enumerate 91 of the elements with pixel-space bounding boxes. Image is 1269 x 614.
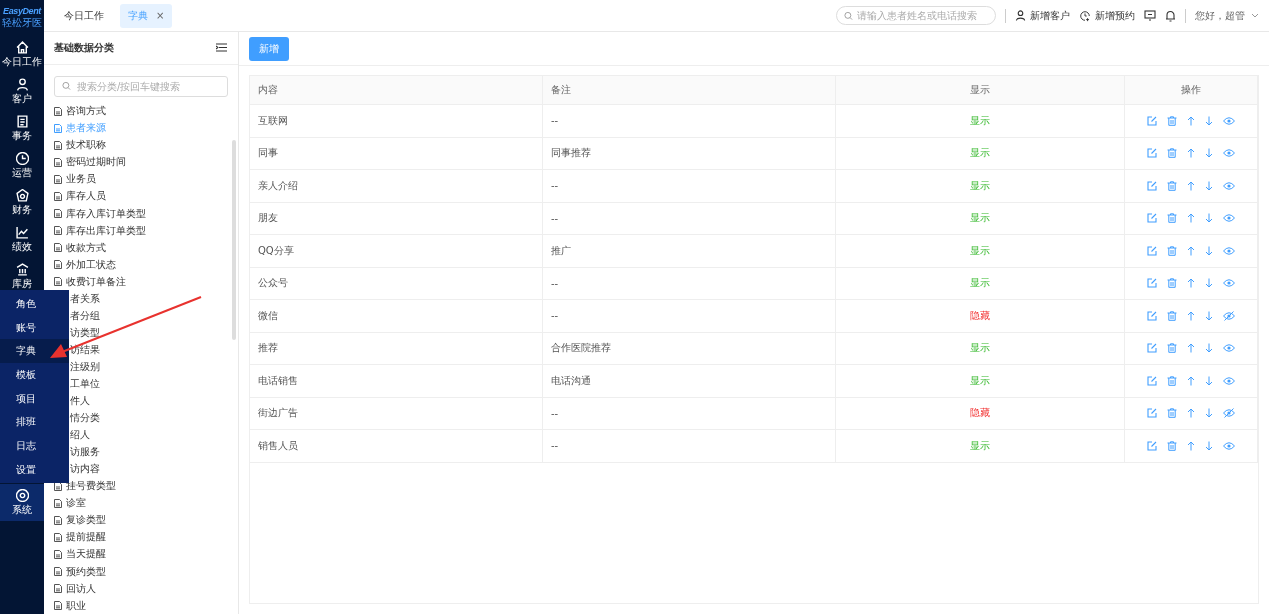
category-item[interactable]: 件人 — [70, 394, 90, 409]
table-cell: QQ分享 — [250, 234, 543, 267]
table-cell: -- — [542, 267, 836, 300]
category-item[interactable]: 者关系 — [70, 291, 100, 306]
menu-item[interactable]: 字典 — [0, 339, 69, 364]
category-item[interactable]: 收款方式 — [54, 239, 238, 257]
table-cell: 同事 — [250, 137, 543, 170]
status-text: 隐藏 — [835, 299, 1125, 332]
user-menu[interactable]: 您好，超管 — [1195, 8, 1259, 23]
status-text: 显示 — [835, 137, 1125, 170]
nav-item[interactable]: 系统 — [0, 484, 44, 521]
table-cell: 互联网 — [250, 104, 543, 137]
category-item[interactable]: 外加工状态 — [54, 256, 238, 274]
status-text: 显示 — [835, 332, 1125, 365]
menu-item[interactable]: 角色 — [0, 292, 69, 316]
table-cell: -- — [542, 202, 836, 235]
table-cell: 推荐 — [250, 332, 543, 365]
category-item[interactable]: 密码过期时间 — [54, 153, 238, 171]
tab[interactable]: 今日工作 — [56, 3, 112, 28]
category-item[interactable]: 情分类 — [70, 411, 100, 426]
table-cell: 推广 — [542, 234, 836, 267]
menu-item[interactable]: 模板 — [0, 363, 69, 387]
category-item[interactable]: 预约类型 — [54, 563, 238, 581]
category-item[interactable]: 业务员 — [54, 170, 238, 188]
search-field[interactable]: 搜索分类/按回车键搜索 — [54, 75, 228, 97]
column-header: 显示 — [835, 76, 1125, 105]
status-text: 显示 — [835, 429, 1125, 462]
table-cell: 微信 — [250, 299, 543, 332]
table-cell: 街边广告 — [250, 397, 543, 430]
status-text: 显示 — [835, 169, 1125, 202]
menu-item[interactable]: 设置 — [0, 457, 69, 482]
status-text: 显示 — [835, 267, 1125, 300]
category-item[interactable]: 库存入库订单类型 — [54, 205, 238, 223]
table-cell: -- — [542, 397, 836, 430]
category-item[interactable]: 收费订单备注 — [54, 273, 238, 291]
status-text: 显示 — [835, 202, 1125, 235]
category-item[interactable]: 访类型 — [70, 325, 100, 340]
nav-item[interactable]: 今日工作 — [0, 36, 44, 73]
status-text: 显示 — [835, 234, 1125, 267]
category-item[interactable]: 技术职称 — [54, 136, 238, 154]
category-item[interactable]: 回访人 — [54, 580, 238, 598]
category-item[interactable]: 当天提醒 — [54, 545, 238, 563]
status-text: 显示 — [835, 104, 1125, 137]
table-cell: 销售人员 — [250, 429, 543, 462]
category-item[interactable]: 注级别 — [70, 359, 100, 374]
table-cell: -- — [542, 429, 836, 462]
menu-item[interactable]: 排班 — [0, 410, 69, 435]
table-cell: 电话沟通 — [542, 364, 836, 397]
column-header: 备注 — [542, 76, 836, 105]
table-cell: 合作医院推荐 — [542, 332, 836, 365]
menu-item[interactable]: 日志 — [0, 434, 69, 458]
table-cell: 公众号 — [250, 267, 543, 300]
status-text: 隐藏 — [835, 397, 1125, 430]
status-text: 显示 — [835, 364, 1125, 397]
nav-item[interactable]: 事务 — [0, 110, 44, 147]
category-item[interactable]: 诊室 — [54, 494, 238, 512]
nav-item[interactable]: 库房 — [0, 258, 44, 295]
category-item[interactable]: 绍人 — [70, 428, 90, 443]
logo-subtitle: 轻松牙医 — [2, 16, 42, 30]
category-item[interactable]: 访内容 — [70, 462, 100, 477]
table-cell: 电话销售 — [250, 364, 543, 397]
search-field[interactable]: 请输入患者姓名或电话搜索 — [836, 6, 996, 25]
nav-item[interactable]: 财务 — [0, 184, 44, 221]
category-item[interactable]: 提前提醒 — [54, 528, 238, 546]
category-item[interactable]: 咨询方式 — [54, 102, 238, 120]
new-appointment-button[interactable]: 新增预约 — [1079, 8, 1135, 23]
table-cell: -- — [542, 169, 836, 202]
table-cell: 亲人介绍 — [250, 169, 543, 202]
table-cell: -- — [542, 104, 836, 137]
panel-title: 基础数据分类 — [54, 40, 114, 55]
tab[interactable]: 字典 × — [120, 3, 173, 28]
new-customer-button[interactable]: 新增客户 — [1015, 8, 1070, 23]
logo-text: EasyDent — [3, 6, 41, 16]
column-header: 操作 — [1124, 76, 1258, 105]
category-item[interactable]: 工单位 — [70, 377, 100, 391]
table-cell: -- — [542, 299, 836, 332]
column-header: 内容 — [250, 76, 543, 105]
category-item[interactable]: 职业 — [54, 597, 238, 614]
category-item[interactable]: 库存出库订单类型 — [54, 222, 238, 240]
category-item[interactable]: 者分组 — [70, 308, 100, 323]
table-cell: 朋友 — [250, 202, 543, 235]
nav-item[interactable]: 运营 — [0, 147, 44, 184]
category-item[interactable]: 访服务 — [70, 445, 100, 460]
menu-item[interactable]: 账号 — [0, 315, 69, 340]
nav-item[interactable]: 客户 — [0, 73, 44, 110]
close-icon[interactable]: × — [156, 10, 165, 21]
nav-item[interactable]: 绩效 — [0, 221, 44, 258]
category-item[interactable]: 复诊类型 — [54, 511, 238, 529]
table-cell: 同事推荐 — [542, 137, 836, 170]
menu-item[interactable]: 项目 — [0, 386, 69, 411]
category-item[interactable]: 库存人员 — [54, 187, 238, 205]
